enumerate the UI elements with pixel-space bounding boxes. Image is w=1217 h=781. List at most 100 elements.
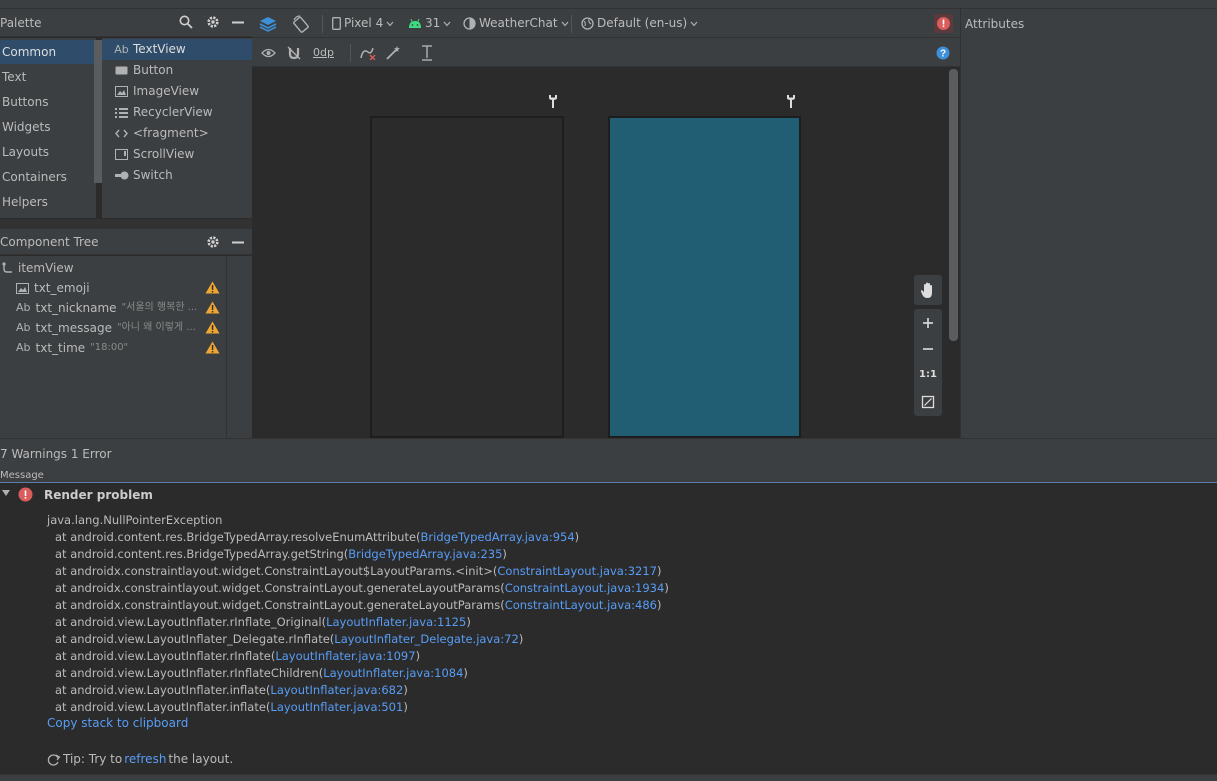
exception-text: java.lang.NullPointerException: [47, 513, 223, 527]
gear-icon[interactable]: [206, 235, 220, 249]
zoom-out-button[interactable]: [914, 341, 942, 357]
design-surface-button[interactable]: [259, 9, 277, 38]
palette-item-label: ImageView: [133, 84, 200, 98]
category-scrollbar[interactable]: [94, 40, 102, 183]
category-common[interactable]: Common: [0, 40, 96, 64]
chevron-down-icon: [443, 21, 451, 27]
expand-arrow-icon[interactable]: [1, 488, 11, 498]
align-icon: [421, 44, 433, 61]
zoom-in-button[interactable]: [914, 315, 942, 331]
stack-frame: at androidx.constraintlayout.widget.Cons…: [55, 597, 662, 614]
tree-node-name: txt_nickname: [35, 301, 117, 315]
stack-frame: at android.view.LayoutInflater.rInflateC…: [55, 665, 468, 682]
wrench-icon[interactable]: [785, 94, 797, 109]
palette-item-label: Switch: [133, 168, 173, 182]
stack-frame-link[interactable]: BridgeTypedArray.java:235: [348, 547, 502, 561]
warning-icon[interactable]: [205, 341, 221, 355]
minimize-icon[interactable]: [232, 241, 244, 244]
default-margin-button[interactable]: 0dp: [313, 38, 334, 67]
problem-title: Render problem: [44, 488, 153, 502]
stack-frame-end: ): [574, 530, 580, 544]
render-error-button[interactable]: [934, 9, 953, 38]
message-column-label: Message: [0, 470, 44, 481]
design-canvas[interactable]: [252, 67, 960, 438]
stack-frame-link[interactable]: LayoutInflater.java:1097: [275, 649, 415, 663]
orientation-button[interactable]: [292, 9, 310, 38]
tree-node[interactable]: Ab txt_nickname "서울의 행복한 ...: [16, 298, 197, 318]
blueprint-preview[interactable]: [608, 116, 801, 438]
stack-frame-link[interactable]: BridgeTypedArray.java:954: [421, 530, 575, 544]
tree-root[interactable]: itemView: [2, 258, 74, 278]
tree-node[interactable]: txt_emoji: [16, 278, 90, 298]
gear-icon[interactable]: [206, 15, 220, 29]
palette-item-scrollview[interactable]: ScrollView: [102, 144, 252, 165]
tree-node[interactable]: Ab txt_time "18:00": [16, 338, 128, 358]
copy-stack-link[interactable]: Copy stack to clipboard: [47, 716, 188, 730]
stack-frame-link[interactable]: ConstraintLayout.java:486: [505, 598, 657, 612]
stack-frame-end: ): [403, 700, 408, 714]
warning-icon[interactable]: [205, 301, 221, 315]
category-text[interactable]: Text: [0, 65, 96, 89]
stack-frame-end: ): [415, 649, 421, 663]
stack-frame-end: ): [656, 564, 662, 578]
zoom-to-fit-button[interactable]: [914, 394, 942, 410]
stack-frame-link[interactable]: LayoutInflater_Delegate.java:72: [334, 632, 519, 646]
device-label: Pixel 4: [344, 16, 384, 30]
panel-divider[interactable]: [0, 219, 252, 229]
stack-frame-link[interactable]: LayoutInflater.java:1084: [323, 666, 463, 680]
tree-node[interactable]: Ab txt_message "아니 왜 이렇게 ...: [16, 318, 196, 338]
category-containers[interactable]: Containers: [0, 165, 96, 189]
search-icon[interactable]: [179, 15, 193, 29]
device-dropdown[interactable]: Pixel 4: [332, 9, 394, 38]
stack-frame: at android.content.res.BridgeTypedArray.…: [55, 546, 507, 563]
stack-frame-end: ): [657, 598, 662, 612]
api-dropdown[interactable]: 31: [408, 9, 451, 38]
minimize-icon[interactable]: [232, 21, 244, 24]
refresh-icon: [47, 753, 61, 766]
guidelines-button[interactable]: [421, 38, 433, 67]
tree-root-label: itemView: [18, 261, 74, 275]
category-helpers[interactable]: Helpers: [0, 190, 96, 214]
tip-suffix: the layout.: [168, 752, 234, 766]
issues-header: [0, 438, 1217, 469]
stack-frame-text: at android.view.LayoutInflater.inflate(: [55, 700, 271, 714]
category-layouts[interactable]: Layouts: [0, 140, 96, 164]
stack-frame-link[interactable]: ConstraintLayout.java:3217: [497, 564, 657, 578]
stack-frame-link[interactable]: ConstraintLayout.java:1934: [505, 581, 665, 595]
clear-constraints-icon: [360, 46, 376, 60]
clear-constraints-button[interactable]: [360, 38, 376, 67]
hand-icon: [914, 281, 942, 299]
palette-item-imageview[interactable]: ImageView: [102, 81, 252, 102]
locale-dropdown[interactable]: Default (en-us): [581, 9, 698, 38]
stack-frame-link[interactable]: LayoutInflater.java:1125: [326, 615, 466, 629]
palette-item-recyclerview[interactable]: RecyclerView: [102, 102, 252, 123]
palette-item-fragment[interactable]: <fragment>: [102, 123, 252, 144]
autoconnect-button[interactable]: [287, 38, 301, 67]
refresh-link[interactable]: refresh: [124, 752, 166, 766]
tree-node-text: "아니 왜 이렇게 ...: [116, 322, 196, 333]
palette-item-textview[interactable]: Ab TextView: [102, 39, 252, 60]
wrench-icon[interactable]: [547, 94, 559, 109]
stack-frame: at android.content.res.BridgeTypedArray.…: [55, 529, 579, 546]
toolbar-separator: [571, 15, 572, 33]
design-preview[interactable]: [370, 116, 564, 438]
stack-frame-link[interactable]: LayoutInflater.java:501: [270, 700, 403, 714]
infer-constraints-button[interactable]: [386, 38, 401, 67]
theme-label: WeatherChat: [479, 16, 558, 30]
stack-frame: at android.view.LayoutInflater.rInflate_…: [55, 614, 471, 631]
warning-icon[interactable]: [205, 281, 221, 295]
theme-dropdown[interactable]: WeatherChat: [463, 9, 569, 38]
palette-item-switch[interactable]: Switch: [102, 165, 252, 186]
stack-frame-link[interactable]: LayoutInflater.java:682: [270, 683, 403, 697]
canvas-scrollbar[interactable]: [949, 69, 958, 341]
zoom-actual-size-button[interactable]: 1:1: [914, 369, 942, 380]
help-button[interactable]: ?: [936, 38, 950, 67]
warning-icon[interactable]: [205, 321, 221, 335]
view-options-button[interactable]: [261, 38, 276, 67]
text-icon: Ab: [16, 341, 31, 354]
palette-title: Palette: [0, 16, 42, 30]
palette-item-button[interactable]: Button: [102, 60, 252, 81]
magnet-off-icon: [287, 46, 301, 60]
category-widgets[interactable]: Widgets: [0, 115, 96, 139]
category-buttons[interactable]: Buttons: [0, 90, 96, 114]
